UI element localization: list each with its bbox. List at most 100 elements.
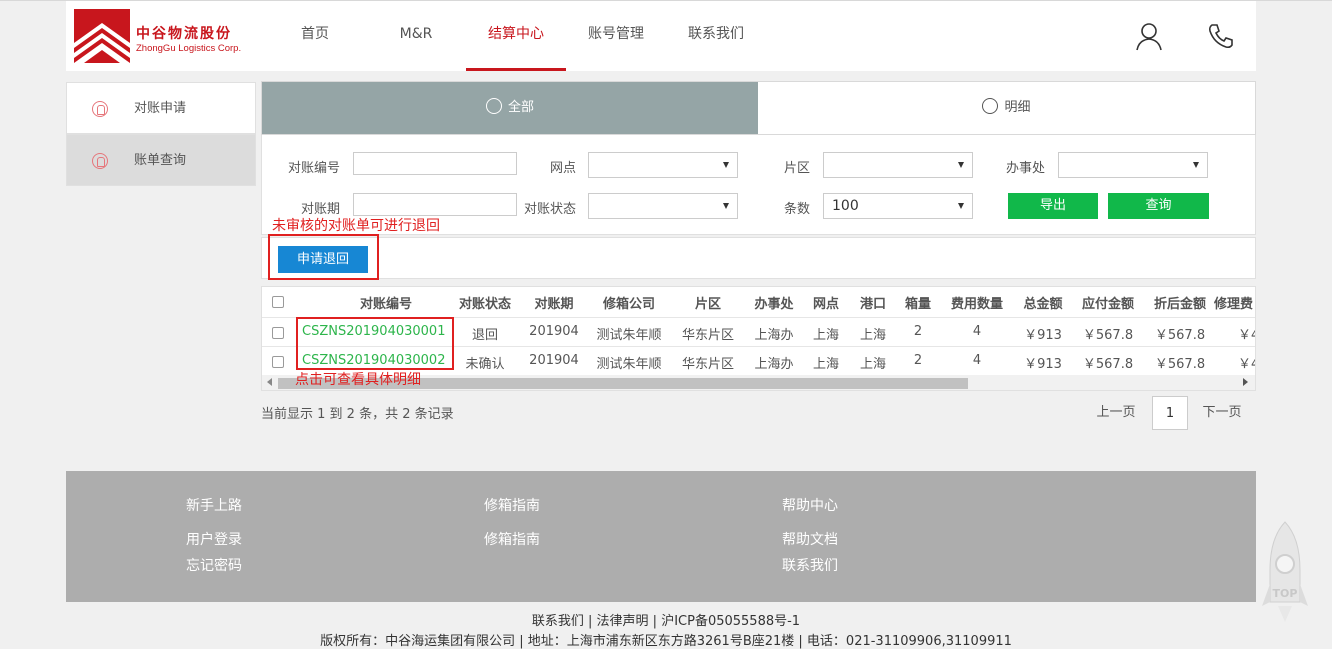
col-header: 对账编号	[359, 297, 412, 312]
cell: 上海办	[754, 357, 794, 372]
back-to-top-button[interactable]: TOP	[1260, 520, 1310, 624]
cell: ￥567.8	[1154, 328, 1206, 343]
col-header: 箱量	[904, 297, 931, 312]
cell: 上海	[859, 357, 886, 372]
col-header: 对账期	[534, 297, 574, 312]
headset-icon	[982, 98, 999, 114]
col-header: 修箱公司	[602, 297, 655, 312]
office-select[interactable]	[1058, 152, 1208, 178]
rows-select[interactable]: 100	[823, 193, 973, 219]
footer-link-guide[interactable]: 修箱指南	[484, 529, 540, 549]
rows-label: 条数	[783, 202, 810, 217]
row-checkbox[interactable]	[272, 356, 284, 368]
cell: ￥4	[1238, 357, 1255, 372]
period-input[interactable]	[353, 193, 517, 216]
cell: ￥4	[1238, 328, 1255, 343]
nav-account[interactable]: 账号管理	[580, 1, 652, 71]
scroll-left-icon[interactable]	[267, 378, 272, 386]
cell: 测试朱年顺	[596, 357, 662, 372]
header: 中谷物流股份 ZhongGu Logistics Corp. 首页 M&R 结算…	[66, 1, 1256, 71]
sidebar-item-recon-apply[interactable]: 对账申请	[66, 82, 256, 134]
footer-link-login[interactable]: 用户登录	[186, 529, 242, 549]
col-header: 费用数量	[950, 297, 1003, 312]
cell: ￥567.8	[1082, 328, 1134, 343]
nav-settlement[interactable]: 结算中心	[466, 1, 566, 71]
cell: 退回	[471, 328, 498, 343]
cell: 2	[913, 324, 923, 339]
row-checkbox[interactable]	[272, 327, 284, 339]
tab-bar: 全部 明细	[261, 81, 1256, 135]
query-button[interactable]: 查询	[1108, 193, 1209, 219]
footer: 新手上路 用户登录 忘记密码 修箱指南 修箱指南 帮助中心 帮助文档 联系我们	[66, 471, 1256, 602]
area-select[interactable]	[823, 152, 973, 178]
highlight-box-return	[268, 234, 379, 280]
click-annotation: 点击可查看具体明细	[295, 372, 421, 388]
cell: 4	[972, 324, 982, 339]
highlight-box-links	[296, 317, 454, 370]
user-icon[interactable]	[1134, 21, 1164, 51]
cell: ￥913	[1024, 328, 1062, 343]
chevron-down-icon	[723, 203, 729, 209]
logo-en-text: ZhongGu Logistics Corp.	[136, 43, 242, 54]
tab-all[interactable]: 全部	[262, 82, 758, 134]
footer-link-help[interactable]: 帮助文档	[782, 529, 838, 549]
tab-detail[interactable]: 明细	[758, 82, 1255, 134]
chevron-down-icon	[1193, 162, 1199, 168]
footer-link-forgot[interactable]: 忘记密码	[186, 555, 242, 575]
recon-no-input[interactable]	[353, 152, 517, 175]
top-label: TOP	[1273, 587, 1298, 600]
cell: 201904	[529, 353, 579, 368]
rocket-icon: TOP	[1262, 521, 1308, 622]
cell: 201904	[529, 324, 579, 339]
cell: 测试朱年顺	[596, 328, 662, 343]
cell: 上海办	[754, 328, 794, 343]
footer-heading: 帮助中心	[782, 498, 838, 514]
office-label: 办事处	[1005, 161, 1045, 176]
headset-icon	[485, 98, 502, 114]
tab-detail-label: 明细	[1004, 100, 1031, 115]
record-status: 当前显示 1 到 2 条，共 2 条记录	[261, 407, 454, 422]
page-number-button[interactable]: 1	[1152, 396, 1188, 430]
area-label: 片区	[783, 161, 810, 176]
prev-page-button[interactable]: 上一页	[1087, 396, 1145, 430]
col-header: 办事处	[754, 297, 794, 312]
col-header: 应付金额	[1081, 297, 1134, 312]
footer-copyright-line: 版权所有：中谷海运集团有限公司 | 地址：上海市浦东新区东方路3261号B座21…	[320, 634, 1012, 649]
cell: 华东片区	[681, 328, 734, 343]
select-all-checkbox[interactable]	[272, 296, 284, 308]
footer-link-contact[interactable]: 联系我们	[782, 555, 838, 575]
chevron-down-icon	[723, 162, 729, 168]
cell: 上海	[812, 328, 839, 343]
tab-all-label: 全部	[507, 100, 534, 115]
export-button[interactable]: 导出	[1008, 193, 1098, 219]
col-header: 对账状态	[458, 297, 511, 312]
chevron-down-icon	[958, 203, 964, 209]
sidebar-item-bill-query[interactable]: 账单查询	[66, 134, 256, 186]
cell: 华东片区	[681, 357, 734, 372]
nav-home[interactable]: 首页	[282, 1, 348, 71]
nav-contact[interactable]: 联系我们	[678, 1, 754, 71]
chevron-down-icon	[958, 162, 964, 168]
scroll-right-icon[interactable]	[1243, 378, 1248, 386]
action-bar: 申请退回	[261, 237, 1256, 279]
col-header: 折后金额	[1153, 297, 1206, 312]
col-header: 总金额	[1023, 297, 1063, 312]
rows-value: 100	[832, 198, 859, 214]
cell: ￥567.8	[1082, 357, 1134, 372]
recon-no-label: 对账编号	[287, 161, 340, 176]
headset-icon	[92, 153, 108, 169]
footer-legal-line: 联系我们 | 法律声明 | 沪ICP备05055588号-1	[531, 614, 801, 629]
outlet-select[interactable]	[588, 152, 738, 178]
status-select[interactable]	[588, 193, 738, 219]
main-panel: 全部 明细 对账编号 网点 片区 办事处 对账期 对账状态 条数 100 导出 …	[261, 81, 1256, 430]
cell: ￥913	[1024, 357, 1062, 372]
cell: 4	[972, 353, 982, 368]
status-label: 对账状态	[523, 202, 576, 217]
cell: 上海	[812, 357, 839, 372]
next-page-button[interactable]: 下一页	[1193, 396, 1251, 430]
nav-mr[interactable]: M&R	[384, 1, 448, 71]
sidebar-item-label: 账单查询	[134, 153, 187, 168]
headset-icon	[92, 101, 108, 117]
col-header: 网点	[812, 297, 839, 312]
phone-icon[interactable]	[1206, 21, 1236, 51]
